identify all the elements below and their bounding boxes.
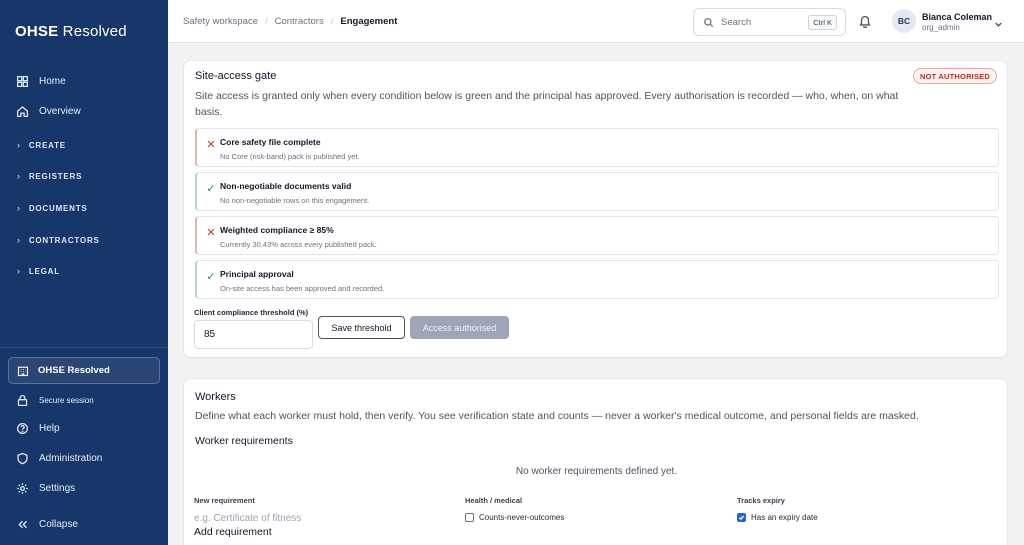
add-requirement-button[interactable]: Add requirement xyxy=(194,526,272,538)
sidebar-section-contractors[interactable]: › CONTRACTORS xyxy=(17,235,100,245)
help-icon xyxy=(15,421,29,435)
save-threshold-button[interactable]: Save threshold xyxy=(318,316,405,339)
breadcrumb-item[interactable]: Contractors xyxy=(275,16,324,27)
site-access-gate-card: Site-access gate NOT AUTHORISED Site acc… xyxy=(183,60,1008,358)
cross-icon: ✕ xyxy=(206,227,216,239)
condition-title: Non-negotiable documents valid xyxy=(220,181,352,191)
checkbox-label: Counts-never-outcomes xyxy=(479,513,565,522)
sidebar-item-label: Home xyxy=(39,75,66,87)
sidebar-item-administration[interactable]: Administration xyxy=(15,451,102,465)
breadcrumb: Safety workspace / Contractors / Engagem… xyxy=(183,16,397,27)
chevron-right-icon: › xyxy=(17,235,21,245)
sidebar-section-documents[interactable]: › DOCUMENTS xyxy=(17,203,88,213)
workers-title: Workers xyxy=(195,391,236,403)
chevron-right-icon: › xyxy=(17,171,21,181)
breadcrumb-separator: / xyxy=(264,16,268,27)
sidebar-section-create[interactable]: › CREATE xyxy=(17,140,66,150)
search-shortcut: Ctrl K xyxy=(808,15,837,30)
condition-detail: On-site access has been approved and rec… xyxy=(220,284,385,293)
chevron-right-icon: › xyxy=(17,203,21,213)
workers-description: Define what each worker must hold, then … xyxy=(195,410,919,422)
chevron-right-icon: › xyxy=(17,266,21,276)
top-bar: Safety workspace / Contractors / Engagem… xyxy=(168,0,1024,43)
cross-icon: ✕ xyxy=(206,139,216,151)
sidebar-section-registers[interactable]: › REGISTERS xyxy=(17,171,82,181)
chevron-right-icon: › xyxy=(17,140,21,150)
sidebar-item-help[interactable]: Help xyxy=(15,421,60,435)
lock-icon xyxy=(15,393,29,407)
gate-condition: ✓ Non-negotiable documents valid No non-… xyxy=(195,172,999,211)
sidebar-item-overview[interactable]: Overview xyxy=(15,104,81,118)
gate-title: Site-access gate xyxy=(195,70,277,82)
empty-state-message: No worker requirements defined yet. xyxy=(515,466,678,477)
sidebar-item-label: Administration xyxy=(39,452,103,464)
gate-condition: ✓ Principal approval On-site access has … xyxy=(195,260,999,299)
new-requirement-label: New requirement xyxy=(194,496,255,505)
search-placeholder: Search xyxy=(721,16,752,28)
access-authorised-button[interactable]: Access authorised xyxy=(410,316,509,339)
sidebar-item-settings[interactable]: Settings xyxy=(15,481,75,495)
check-icon: ✓ xyxy=(206,271,216,283)
sidebar-item-label: Collapse xyxy=(39,518,78,530)
brand-logo[interactable]: OHSE Resolved xyxy=(15,23,127,40)
collapse-icon xyxy=(15,517,29,531)
user-name[interactable]: Bianca Coleman xyxy=(922,12,992,22)
tracks-expiry-label: Tracks expiry xyxy=(737,496,785,505)
search-input[interactable]: Search Ctrl K xyxy=(693,8,846,36)
chevron-down-icon xyxy=(995,22,1002,27)
breadcrumb-separator: / xyxy=(330,16,334,27)
search-icon xyxy=(704,17,714,27)
status-badge: NOT AUTHORISED xyxy=(912,68,997,84)
condition-detail: Currently 30.43% across every published … xyxy=(220,240,377,249)
secure-session: Secure session xyxy=(15,393,94,407)
sidebar-collapse-button[interactable]: Collapse xyxy=(15,517,78,531)
condition-title: Core safety file complete xyxy=(220,137,321,147)
sidebar-item-label: Help xyxy=(39,422,60,434)
new-requirement-input[interactable] xyxy=(194,511,444,525)
condition-detail: No Core (risk-band) pack is published ye… xyxy=(220,152,360,161)
home-icon xyxy=(15,104,29,118)
sidebar-item-label: Settings xyxy=(39,482,76,494)
check-icon: ✓ xyxy=(206,183,216,195)
sidebar-divider xyxy=(0,347,168,348)
notifications-button[interactable] xyxy=(858,14,872,29)
sidebar-item-home[interactable]: Home xyxy=(15,74,66,88)
health-medical-checkbox[interactable] xyxy=(465,513,474,522)
sidebar-item-label: Overview xyxy=(39,105,81,117)
check-icon xyxy=(738,515,745,521)
condition-title: Weighted compliance ≥ 85% xyxy=(220,225,334,235)
health-medical-checkbox-row[interactable]: Counts-never-outcomes xyxy=(465,513,564,522)
building-icon xyxy=(17,366,29,376)
user-role: org_admin xyxy=(922,23,960,32)
breadcrumb-current: Engagement xyxy=(340,16,398,27)
workers-card: Workers Define what each worker must hol… xyxy=(183,378,1008,545)
checkbox-label: Has an expiry date xyxy=(751,513,818,522)
threshold-label: Client compliance threshold (%) xyxy=(194,308,309,317)
gate-condition: ✕ Weighted compliance ≥ 85% Currently 30… xyxy=(195,216,999,255)
user-menu-chevron[interactable] xyxy=(994,16,1003,27)
worker-requirements-title: Worker requirements xyxy=(195,435,293,447)
health-medical-label: Health / medical xyxy=(465,496,523,505)
sidebar-section-legal[interactable]: › LEGAL xyxy=(17,266,60,276)
gate-description: Site access is granted only when every c… xyxy=(195,90,899,118)
tracks-expiry-checkbox[interactable] xyxy=(737,513,746,522)
avatar[interactable]: BC xyxy=(892,9,916,33)
threshold-input[interactable] xyxy=(194,320,313,349)
gate-condition: ✕ Core safety file complete No Core (ris… xyxy=(195,128,999,167)
breadcrumb-item[interactable]: Safety workspace xyxy=(183,16,258,27)
gear-icon xyxy=(15,481,29,495)
condition-title: Principal approval xyxy=(220,269,294,279)
shield-icon xyxy=(15,451,29,465)
grid-icon xyxy=(15,74,29,88)
tracks-expiry-checkbox-row[interactable]: Has an expiry date xyxy=(737,513,818,522)
sidebar: OHSE Resolved Home Overview › CREATE › REG… xyxy=(0,0,168,545)
org-switcher[interactable]: OHSE Resolved xyxy=(8,357,160,384)
bell-icon xyxy=(859,15,871,29)
condition-detail: No non-negotiable rows on this engagemen… xyxy=(220,196,370,205)
